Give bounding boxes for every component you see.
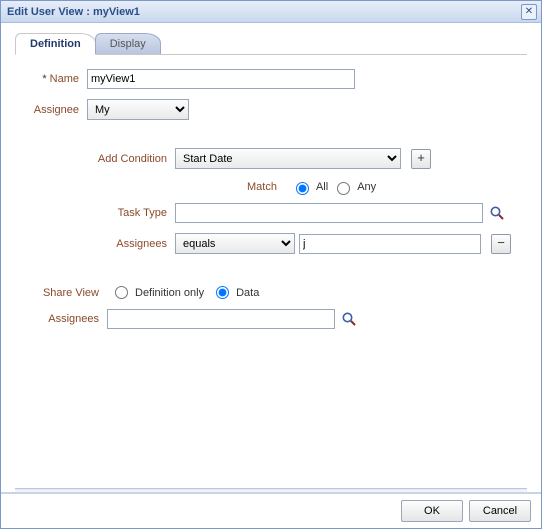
match-label: Match [247,181,287,193]
share-definition-radio[interactable] [115,286,128,299]
tab-display[interactable]: Display [95,33,161,54]
cond-assignees-label: Assignees [15,238,175,250]
add-condition-button[interactable]: + [411,149,431,169]
add-condition-select[interactable]: Start Date [175,148,401,169]
match-all-radio[interactable] [296,182,309,195]
close-icon[interactable]: ✕ [521,4,537,20]
match-any-label: Any [357,181,376,193]
plus-icon: + [417,150,425,165]
dialog-body: Definition Display * Name Assignee My Ad… [1,23,541,488]
titlebar: Edit User View : myView1 ✕ [1,1,541,23]
dialog-title: Edit User View : myView1 [7,6,521,18]
ok-button[interactable]: OK [401,500,463,522]
share-data-label: Data [236,287,259,299]
task-type-label: Task Type [15,207,175,219]
tab-definition[interactable]: Definition [15,33,96,55]
dialog-footer: OK Cancel [1,492,541,528]
assignee-label: Assignee [15,104,87,116]
share-view-label: Share View [15,287,107,299]
share-data-radio[interactable] [216,286,229,299]
dialog: Edit User View : myView1 ✕ Definition Di… [0,0,542,529]
share-assignees-input[interactable] [107,309,335,329]
tab-bar: Definition Display [15,31,527,55]
cancel-button[interactable]: Cancel [469,500,531,522]
match-any-radio[interactable] [337,182,350,195]
match-all-label: All [316,181,328,193]
add-condition-label: Add Condition [15,153,175,165]
assignees-value-input[interactable] [299,234,481,254]
share-assignees-label: Assignees [15,313,107,325]
minus-icon: − [497,235,505,250]
search-icon[interactable] [341,311,357,327]
name-input[interactable] [87,69,355,89]
name-label: * Name [15,73,87,85]
search-icon[interactable] [489,205,505,221]
remove-condition-button[interactable]: − [491,234,511,254]
assignee-select[interactable]: My [87,99,189,120]
task-type-input[interactable] [175,203,483,223]
assignees-op-select[interactable]: equals [175,233,295,254]
share-definition-label: Definition only [135,287,204,299]
